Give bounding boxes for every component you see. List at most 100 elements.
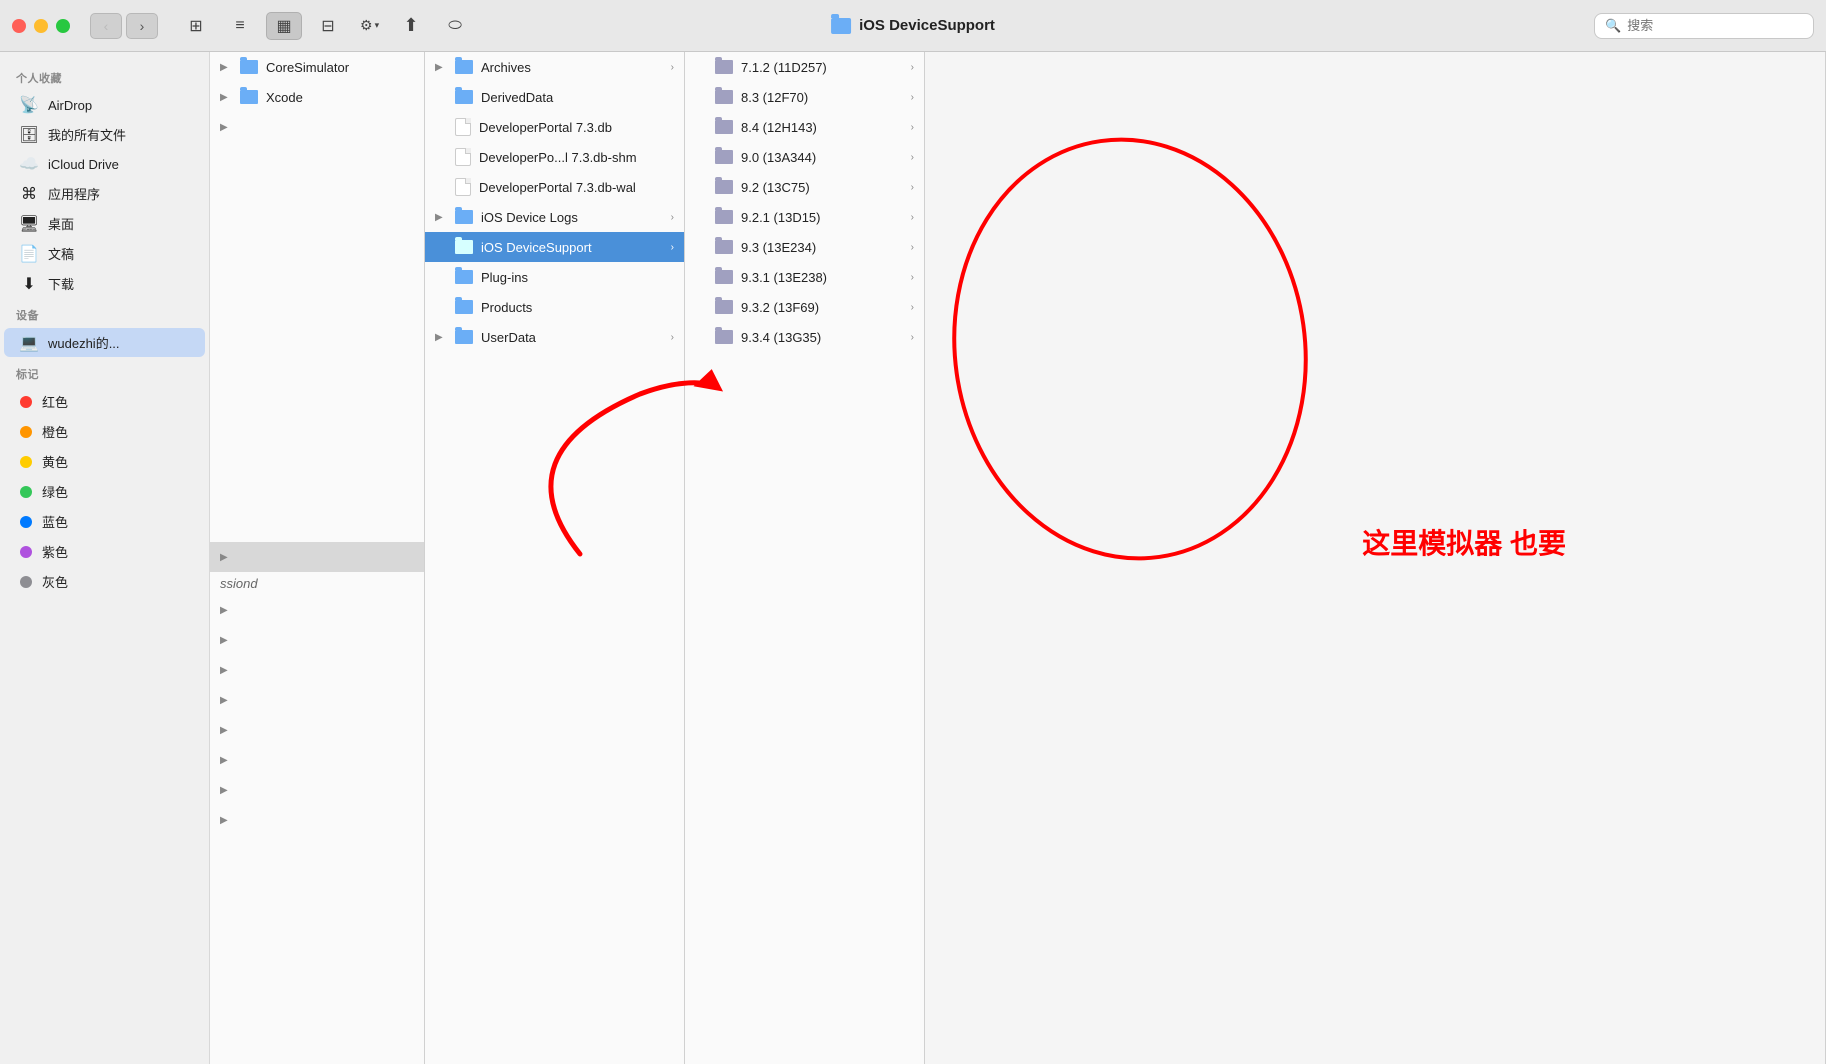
expand-icon: ▶ xyxy=(220,785,232,796)
sidebar-item-icloud[interactable]: ☁️ iCloud Drive xyxy=(4,150,205,178)
file-name: 9.3 (13E234) xyxy=(741,240,903,255)
sidebar-item-airdrop[interactable]: 📡 AirDrop xyxy=(4,91,205,119)
list-item[interactable]: ▶ xyxy=(210,542,424,572)
sidebar-item-apps[interactable]: ⌘ 应用程序 xyxy=(4,179,205,208)
list-item[interactable]: ▶ CoreSimulator xyxy=(210,52,424,82)
list-item[interactable]: 7.1.2 (11D257) › xyxy=(685,52,924,82)
list-item[interactable]: DeveloperPo...l 7.3.db-shm xyxy=(425,142,684,172)
sidebar-label-desktop: 桌面 xyxy=(48,214,74,233)
list-item[interactable]: 9.3.1 (13E238) › xyxy=(685,262,924,292)
list-item[interactable]: ▶ Archives › xyxy=(425,52,684,82)
main-content: 个人收藏 📡 AirDrop 🗄 我的所有文件 ☁️ iCloud Drive … xyxy=(0,52,1826,1064)
file-name: 8.4 (12H143) xyxy=(741,120,903,135)
list-item[interactable]: 9.0 (13A344) › xyxy=(685,142,924,172)
folder-icon xyxy=(455,330,473,344)
tag-dot-gray xyxy=(20,576,32,588)
sidebar-item-tag-green[interactable]: 绿色 xyxy=(4,477,205,506)
expand-icon: ▶ xyxy=(220,605,232,616)
minimize-button[interactable] xyxy=(34,19,48,33)
list-item[interactable]: Plug-ins xyxy=(425,262,684,292)
file-name: 9.3.1 (13E238) xyxy=(741,270,903,285)
list-item[interactable]: ▶ xyxy=(210,745,424,775)
sidebar-item-tag-red[interactable]: 红色 xyxy=(4,387,205,416)
view-columns-button[interactable]: ▦ xyxy=(266,12,302,40)
view-grid-button[interactable]: ⊞ xyxy=(178,12,214,40)
list-item[interactable]: ▶ xyxy=(210,625,424,655)
list-item[interactable]: ▶ iOS Device Logs › xyxy=(425,202,684,232)
sidebar-label-tag-yellow: 黄色 xyxy=(42,452,68,471)
expand-icon: ▶ xyxy=(220,62,232,73)
list-item[interactable]: 9.3 (13E234) › xyxy=(685,232,924,262)
view-gallery-button[interactable]: ⊟ xyxy=(310,12,346,40)
sidebar-item-tag-purple[interactable]: 紫色 xyxy=(4,537,205,566)
sidebar-item-desktop[interactable]: 🖥 桌面 xyxy=(4,209,205,238)
close-button[interactable] xyxy=(12,19,26,33)
file-name: DeveloperPortal 7.3.db xyxy=(479,120,674,135)
list-item[interactable]: ▶ xyxy=(210,715,424,745)
chevron-icon: › xyxy=(911,272,914,283)
search-input[interactable] xyxy=(1627,18,1803,33)
list-item[interactable]: iOS DeviceSupport › xyxy=(425,232,684,262)
list-item[interactable]: 9.3.4 (13G35) › xyxy=(685,322,924,352)
column-4 xyxy=(925,52,1826,1064)
sidebar-label-tag-red: 红色 xyxy=(42,392,68,411)
list-item[interactable]: DeveloperPortal 7.3.db xyxy=(425,112,684,142)
list-item[interactable]: 8.3 (12F70) › xyxy=(685,82,924,112)
sidebar-item-downloads[interactable]: ⬇ 下载 xyxy=(4,269,205,298)
chevron-icon: › xyxy=(671,332,674,343)
list-item[interactable]: DerivedData xyxy=(425,82,684,112)
window-title-area: iOS DeviceSupport xyxy=(831,17,995,34)
file-name: 9.2.1 (13D15) xyxy=(741,210,903,225)
file-name: 8.3 (12F70) xyxy=(741,90,903,105)
file-icon xyxy=(455,148,471,166)
list-item[interactable]: DeveloperPortal 7.3.db-wal xyxy=(425,172,684,202)
expand-icon: ▶ xyxy=(220,755,232,766)
sidebar-item-tag-blue[interactable]: 蓝色 xyxy=(4,507,205,536)
tag-dot-green xyxy=(20,486,32,498)
list-item[interactable]: 8.4 (12H143) › xyxy=(685,112,924,142)
file-name: 9.2 (13C75) xyxy=(741,180,903,195)
view-list-button[interactable]: ≡ xyxy=(222,12,258,40)
sidebar-label-tag-purple: 紫色 xyxy=(42,542,68,561)
sidebar-item-docs[interactable]: 📄 文稿 xyxy=(4,239,205,268)
folder-icon xyxy=(715,270,733,284)
expand-icon: ▶ xyxy=(220,665,232,676)
sidebar-item-tag-gray[interactable]: 灰色 xyxy=(4,567,205,596)
list-item[interactable]: ▶ xyxy=(210,112,424,142)
list-item[interactable]: ▶ Xcode xyxy=(210,82,424,112)
sidebar-label-tag-green: 绿色 xyxy=(42,482,68,501)
folder-icon xyxy=(715,120,733,134)
forward-button[interactable]: › xyxy=(126,13,158,39)
title-bar: ‹ › ⊞ ≡ ▦ ⊟ ⚙▾ ⬆ ⬭ iOS DeviceSupport 🔍 xyxy=(0,0,1826,52)
tag-button[interactable]: ⬭ xyxy=(437,12,473,40)
sidebar-item-tag-orange[interactable]: 橙色 xyxy=(4,417,205,446)
maximize-button[interactable] xyxy=(56,19,70,33)
list-item[interactable]: ▶ UserData › xyxy=(425,322,684,352)
list-item[interactable]: ▶ xyxy=(210,595,424,625)
sidebar-item-all-files[interactable]: 🗄 我的所有文件 xyxy=(4,120,205,149)
sidebar-item-wudezhi[interactable]: 💻 wudezhi的... xyxy=(4,328,205,357)
sidebar-label-downloads: 下载 xyxy=(48,274,74,293)
sidebar-item-tag-yellow[interactable]: 黄色 xyxy=(4,447,205,476)
list-item[interactable]: ▶ xyxy=(210,655,424,685)
share-button[interactable]: ⬆ xyxy=(393,12,429,40)
list-item[interactable]: 9.2.1 (13D15) › xyxy=(685,202,924,232)
expand-icon: ▶ xyxy=(220,92,232,103)
list-item[interactable]: 9.3.2 (13F69) › xyxy=(685,292,924,322)
list-item[interactable]: ▶ xyxy=(210,685,424,715)
search-bar[interactable]: 🔍 xyxy=(1594,13,1814,39)
chevron-icon: › xyxy=(911,242,914,253)
chevron-icon: › xyxy=(911,62,914,73)
chevron-icon: › xyxy=(911,92,914,103)
back-button[interactable]: ‹ xyxy=(90,13,122,39)
list-item[interactable]: 9.2 (13C75) › xyxy=(685,172,924,202)
tag-dot-blue xyxy=(20,516,32,528)
file-name: Xcode xyxy=(266,90,414,105)
folder-icon xyxy=(240,90,258,104)
sidebar-section-devices: 设备 xyxy=(0,299,209,327)
expand-icon: ▶ xyxy=(220,552,232,563)
list-item[interactable]: ▶ xyxy=(210,775,424,805)
list-item[interactable]: ▶ xyxy=(210,805,424,835)
list-item[interactable]: Products xyxy=(425,292,684,322)
view-more-button[interactable]: ⚙▾ xyxy=(354,13,385,38)
